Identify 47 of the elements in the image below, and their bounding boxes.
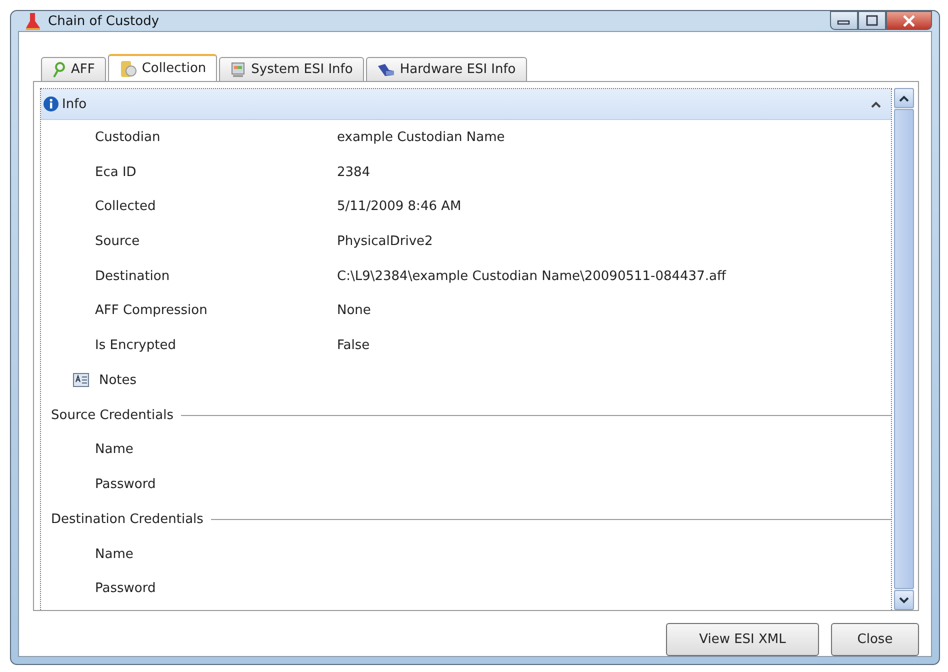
property-label: Destination <box>95 268 171 284</box>
down-chevron-icon <box>899 596 909 604</box>
maximize-icon <box>865 14 879 26</box>
tab[interactable]: Hardware ESI Info <box>366 57 527 81</box>
property-label: AFF Compression <box>95 303 208 318</box>
notes-label: Notes <box>99 372 137 388</box>
property-value: PhysicalDrive2 <box>337 234 433 249</box>
property-label: Name <box>95 442 134 458</box>
info-icon <box>43 96 59 112</box>
dialog-button[interactable]: View ESI XML <box>666 623 819 656</box>
property-value: None <box>337 303 371 318</box>
property-label: Custodian <box>95 130 162 145</box>
property-label: Password <box>95 477 157 492</box>
close-icon <box>902 14 916 26</box>
close-button[interactable] <box>886 11 932 30</box>
property-label: Password <box>95 581 157 596</box>
window-title: Chain of Custody <box>48 14 160 28</box>
minimize-button[interactable] <box>830 11 858 30</box>
text-icon <box>73 373 89 388</box>
hardware-icon <box>376 62 395 76</box>
computer-icon <box>230 62 246 78</box>
group-title: Source Credentials <box>51 408 174 422</box>
up-chevron-icon <box>899 94 909 102</box>
scroll-down-button[interactable] <box>894 590 914 610</box>
app-icon <box>24 12 42 30</box>
property-label: Collected <box>95 199 157 214</box>
folder-icon <box>118 60 137 78</box>
property-value: example Custodian Name <box>337 130 505 145</box>
property-label: Is Encrypted <box>95 338 177 353</box>
property-label: Source <box>95 234 141 249</box>
property-value: C:\L9\2384\example Custodian Name\20090511-084437.aff <box>337 268 726 284</box>
info-section-header[interactable]: Info <box>41 89 891 120</box>
property-value: 5/11/2009 8:46 AM <box>337 199 462 214</box>
tab[interactable]: System ESI Info <box>219 57 364 81</box>
property-label: Name <box>95 546 134 562</box>
scroll-up-button[interactable] <box>894 88 914 108</box>
property-value: False <box>337 338 370 353</box>
property-value: 2384 <box>337 164 370 180</box>
property-label: Eca ID <box>95 164 138 180</box>
key-icon <box>52 62 66 78</box>
tab[interactable]: AFF <box>41 57 106 81</box>
group-title: Destination Credentials <box>51 512 204 527</box>
maximize-button[interactable] <box>858 11 886 30</box>
dialog-button[interactable]: Close <box>831 623 919 656</box>
tab[interactable]: Collection <box>108 54 218 81</box>
section-title: Info <box>62 96 87 112</box>
collapse-icon <box>871 100 881 108</box>
